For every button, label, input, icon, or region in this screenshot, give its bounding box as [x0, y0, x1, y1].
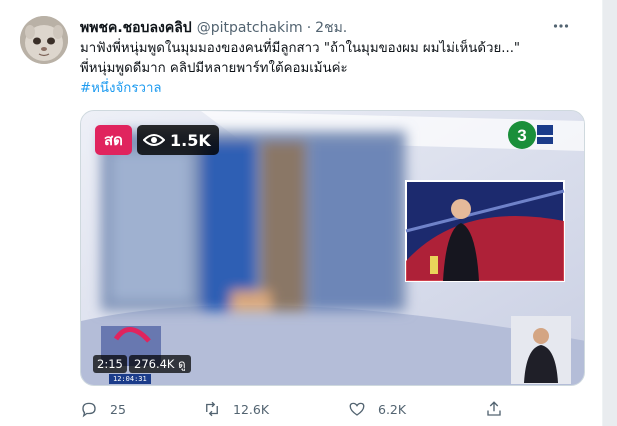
video-duration: 2:15	[93, 355, 127, 373]
page: พพชค.ชอบลงคลิป @pitpatchakim · 2ชม. มาฟั…	[0, 0, 617, 426]
eye-icon	[143, 134, 165, 146]
display-name[interactable]: พพชค.ชอบลงคลิป	[80, 17, 192, 39]
retweet-button[interactable]: 12.6K	[203, 398, 269, 420]
more-icon[interactable]	[550, 15, 572, 37]
tweet-text-line-2: พี่หนุ่มพูดดีมาก คลิปมีหลายพาร์ทใต้คอมเม…	[80, 61, 348, 76]
retweet-icon	[206, 401, 218, 417]
scrollbar-track[interactable]	[603, 0, 617, 426]
live-badge: สด	[95, 125, 132, 155]
tweet-header: พพชค.ชอบลงคลิป @pitpatchakim · 2ชม.	[80, 18, 572, 38]
reply-button[interactable]: 25	[80, 398, 126, 420]
live-viewer-count: 1.5K	[170, 130, 211, 150]
svg-text:3: 3	[517, 126, 526, 145]
tweet-actions: 25 12.6K 6.2K	[80, 398, 520, 420]
channel-logo-icon: 3	[508, 121, 553, 149]
hashtag-link[interactable]: #หนึ่งจักรวาล	[80, 80, 162, 98]
separator-dot: ·	[306, 20, 312, 36]
tweet-time[interactable]: 2ชม.	[315, 17, 347, 39]
tweet-card[interactable]: พพชค.ชอบลงคลิป @pitpatchakim · 2ชม. มาฟั…	[0, 0, 603, 426]
retweet-count: 12.6K	[233, 401, 270, 417]
broadcast-timestamp: 12:04:31	[109, 374, 151, 384]
share-icon	[487, 401, 501, 416]
like-button[interactable]: 6.2K	[348, 398, 406, 420]
reply-count: 25	[110, 401, 126, 417]
heart-icon	[349, 402, 365, 416]
live-viewers-badge: 1.5K	[137, 125, 219, 155]
like-count: 6.2K	[378, 401, 407, 417]
avatar[interactable]	[20, 16, 68, 64]
share-button[interactable]	[485, 398, 515, 420]
user-handle[interactable]: @pitpatchakim	[197, 20, 303, 36]
video-player[interactable]: 3 สด 1.5K 2:15 276.4K ดู 12:04:31	[80, 110, 585, 386]
tweet-text-line-1: มาฟังพี่หนุ่มพูดในมุมมองของคนที่มีลูกสาว…	[80, 41, 521, 56]
video-view-count: 276.4K ดู	[129, 355, 191, 373]
reply-icon	[82, 402, 96, 418]
